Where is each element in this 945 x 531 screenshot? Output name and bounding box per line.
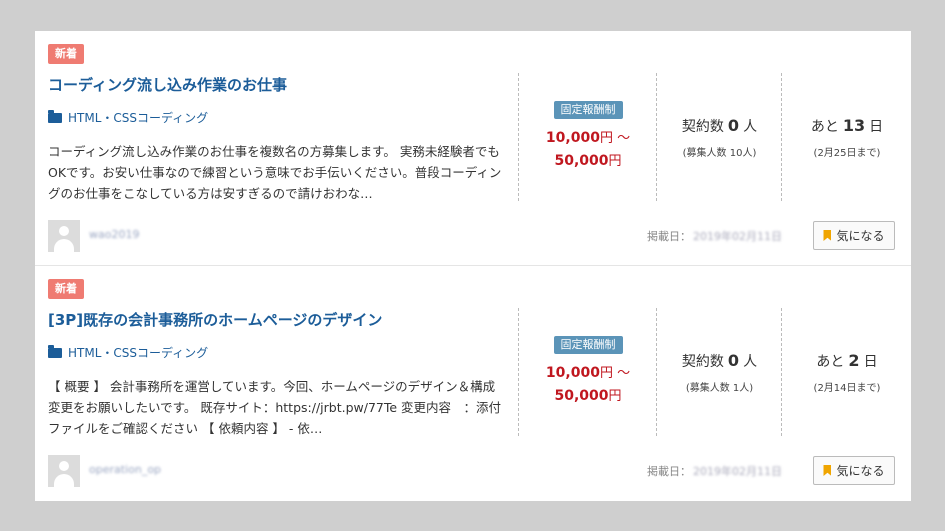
price-range: 10,000円 ～ 50,000円 [545,365,631,404]
client-username[interactable]: operation_op [89,463,161,476]
job-category[interactable]: HTML・CSSコーディング [48,109,208,126]
favorite-button[interactable]: 気になる [813,456,895,485]
job-title-link[interactable]: コーディング流し込み作業のお仕事 [48,75,518,95]
folder-icon [48,344,62,358]
new-badge: 新着 [48,279,84,299]
pay-type-badge: 固定報酬制 [553,336,623,354]
bookmark-icon [823,230,832,241]
folder-icon [48,109,62,123]
avatar[interactable] [48,455,80,487]
recruit-count: (募集人数 10人) [682,147,757,159]
avatar[interactable] [48,220,80,252]
job-description: コーディング流し込み作業のお仕事を複数名の方募集します。 実務未経験者でもOKで… [48,144,502,201]
deadline-date: (2月14日まで) [813,382,881,394]
job-card: 新着 [3P]既存の会計事務所のホームページのデザイン HTML・CSSコーディ… [35,266,911,500]
contracts-column: 契約数 0 人 (募集人数 10人) [656,73,782,201]
job-category[interactable]: HTML・CSSコーディング [48,344,208,361]
job-card: 新着 コーディング流し込み作業のお仕事 HTML・CSSコーディング コーディン… [35,31,911,266]
bookmark-icon [823,465,832,476]
deadline-column: あと 2 日 (2月14日まで) [781,308,912,436]
contract-count: 契約数 0 人 [681,115,758,135]
recruit-count: (募集人数 1人) [685,382,754,394]
days-remaining: あと 13 日 [810,115,884,135]
posted-date: 掲載日： 2019年02月11日 [647,465,782,478]
category-label[interactable]: HTML・CSSコーディング [68,344,208,361]
contract-count: 契約数 0 人 [681,350,758,370]
deadline-column: あと 13 日 (2月25日まで) [781,73,912,201]
job-description: 【 概要 】 会計事務所を運営しています。今回、ホームページのデザイン＆構成変更… [48,379,502,436]
pay-type-badge: 固定報酬制 [553,101,623,119]
days-remaining: あと 2 日 [816,350,878,370]
pay-column: 固定報酬制 10,000円 ～ 50,000円 [518,308,657,436]
favorite-button[interactable]: 気になる [813,221,895,250]
job-title-link[interactable]: [3P]既存の会計事務所のホームページのデザイン [48,310,518,330]
deadline-date: (2月25日まで) [813,147,881,159]
client-username[interactable]: wao2019 [89,228,139,241]
posted-date: 掲載日： 2019年02月11日 [647,230,782,243]
contracts-column: 契約数 0 人 (募集人数 1人) [656,308,782,436]
pay-column: 固定報酬制 10,000円 ～ 50,000円 [518,73,657,201]
price-range: 10,000円 ～ 50,000円 [545,130,631,169]
category-label[interactable]: HTML・CSSコーディング [68,109,208,126]
new-badge: 新着 [48,44,84,64]
job-list: 新着 コーディング流し込み作業のお仕事 HTML・CSSコーディング コーディン… [35,31,911,501]
